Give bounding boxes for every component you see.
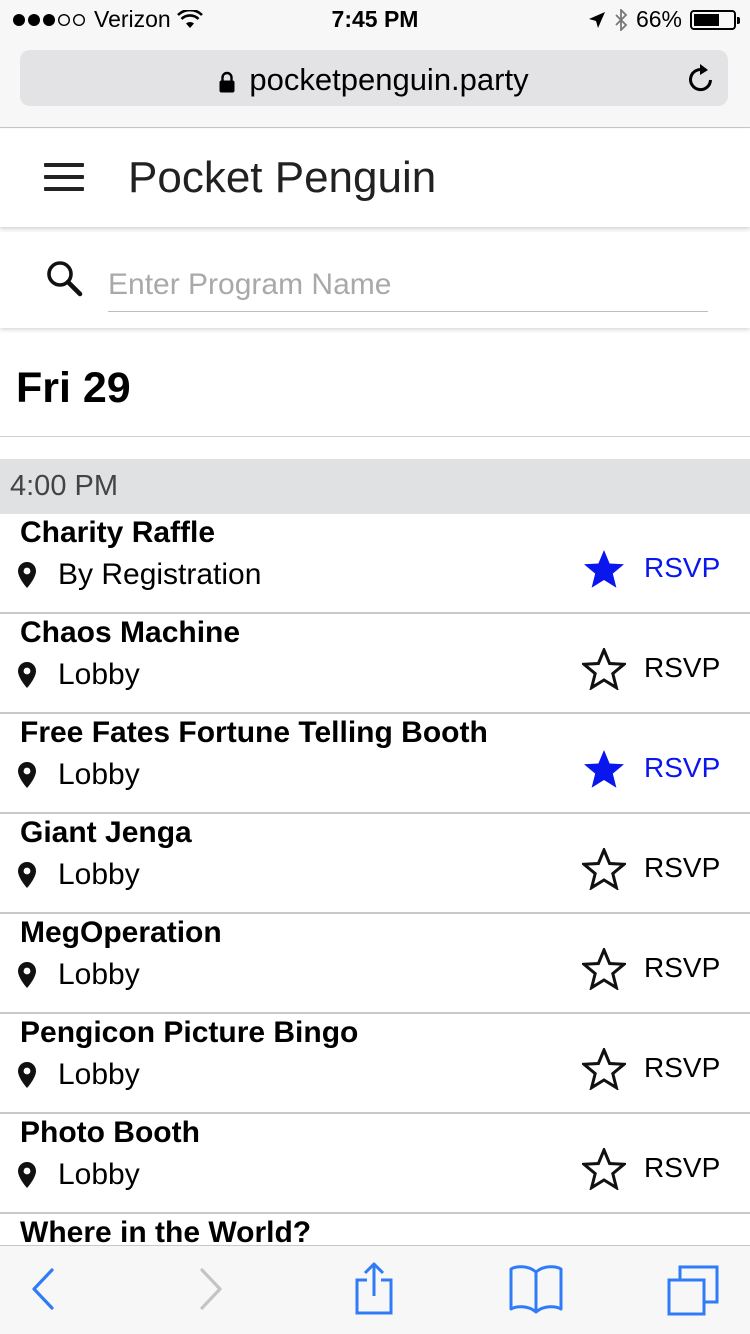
event-row[interactable]: Pengicon Picture Bingo Lobby RSVP (0, 1014, 750, 1114)
rsvp-button[interactable]: RSVP (644, 652, 720, 684)
event-row[interactable]: Giant Jenga Lobby RSVP (0, 814, 750, 914)
event-name: MegOperation (20, 916, 222, 949)
url-text: pocketpenguin.party (249, 62, 529, 97)
rsvp-button[interactable]: RSVP (644, 752, 720, 784)
location-pin-icon (18, 562, 36, 588)
star-icon[interactable] (582, 1148, 626, 1190)
menu-line (44, 175, 84, 179)
event-location: Lobby (16, 758, 140, 792)
browser-address-area: pocketpenguin.party (0, 40, 750, 128)
battery-percent: 66% (635, 6, 682, 32)
location-pin-icon (18, 662, 36, 688)
event-location: Lobby (16, 858, 140, 892)
location-pin-icon (18, 962, 36, 988)
search-icon (47, 261, 83, 297)
location-text: Lobby (58, 758, 140, 791)
browser-toolbar (0, 1245, 750, 1334)
location-pin-icon (18, 1162, 36, 1188)
event-location: Lobby (16, 1158, 140, 1192)
event-name: Photo Booth (20, 1116, 200, 1149)
rsvp-button[interactable]: RSVP (644, 952, 720, 984)
star-icon[interactable] (582, 1048, 626, 1090)
time-slot-header: 4:00 PM (0, 459, 750, 514)
event-list: Charity Raffle By Registration RSVP Chaos M… (0, 514, 750, 1314)
location-text: Lobby (58, 658, 140, 691)
rsvp-button[interactable]: RSVP (644, 1052, 720, 1084)
menu-line (44, 187, 84, 191)
battery-cap (737, 16, 740, 24)
battery-level (694, 13, 720, 26)
divider (0, 436, 750, 437)
event-row[interactable]: MegOperation Lobby RSVP (0, 914, 750, 1014)
app-title: Pocket Penguin (128, 153, 437, 202)
program-search-input[interactable] (108, 258, 708, 312)
location-arrow-icon (588, 11, 605, 28)
location-text: By Registration (58, 558, 262, 591)
star-icon[interactable] (582, 948, 626, 990)
share-icon[interactable] (352, 1262, 396, 1316)
bluetooth-icon (615, 8, 628, 31)
lock-icon (219, 71, 235, 93)
event-location: By Registration (16, 558, 261, 592)
event-row[interactable]: Charity Raffle By Registration RSVP (0, 514, 750, 614)
event-location: Lobby (16, 958, 140, 992)
location-text: Lobby (58, 1058, 140, 1091)
chevron-right-icon[interactable] (196, 1264, 226, 1314)
event-row[interactable]: Photo Booth Lobby RSVP (0, 1114, 750, 1214)
battery-icon (690, 9, 740, 30)
event-name: Charity Raffle (20, 516, 216, 549)
event-name: Chaos Machine (20, 616, 241, 649)
star-icon[interactable] (582, 848, 626, 890)
star-icon[interactable] (582, 748, 626, 790)
status-bar: Verizon 7:45 PM 66% (0, 0, 750, 40)
location-text: Lobby (58, 1158, 140, 1191)
address-bar[interactable]: pocketpenguin.party (20, 50, 728, 106)
status-right: 66% (588, 6, 740, 33)
location-pin-icon (18, 1062, 36, 1088)
reload-icon[interactable] (686, 62, 716, 94)
hamburger-menu-icon[interactable] (44, 163, 84, 193)
chevron-left-icon[interactable] (28, 1264, 58, 1314)
app-header: Pocket Penguin (0, 129, 750, 227)
event-row[interactable]: Chaos Machine Lobby RSVP (0, 614, 750, 714)
rsvp-button[interactable]: RSVP (644, 1152, 720, 1184)
location-text: Lobby (58, 858, 140, 891)
location-pin-icon (18, 862, 36, 888)
menu-line (44, 163, 84, 167)
event-row[interactable]: Free Fates Fortune Telling Booth Lobby RSV… (0, 714, 750, 814)
event-name: Free Fates Fortune Telling Booth (20, 716, 488, 749)
address-text-wrap: pocketpenguin.party (20, 62, 728, 98)
rsvp-button[interactable]: RSVP (644, 552, 720, 584)
star-icon[interactable] (582, 648, 626, 690)
event-name: Pengicon Picture Bingo (20, 1016, 359, 1049)
search-bar (0, 232, 750, 328)
book-icon[interactable] (508, 1264, 564, 1314)
location-pin-icon (18, 762, 36, 788)
date-header: Fri 29 (16, 364, 131, 412)
tabs-icon[interactable] (666, 1264, 720, 1316)
rsvp-button[interactable]: RSVP (644, 852, 720, 884)
star-icon[interactable] (582, 548, 626, 590)
event-location: Lobby (16, 1058, 140, 1092)
location-text: Lobby (58, 958, 140, 991)
event-location: Lobby (16, 658, 140, 692)
event-name: Giant Jenga (20, 816, 192, 849)
